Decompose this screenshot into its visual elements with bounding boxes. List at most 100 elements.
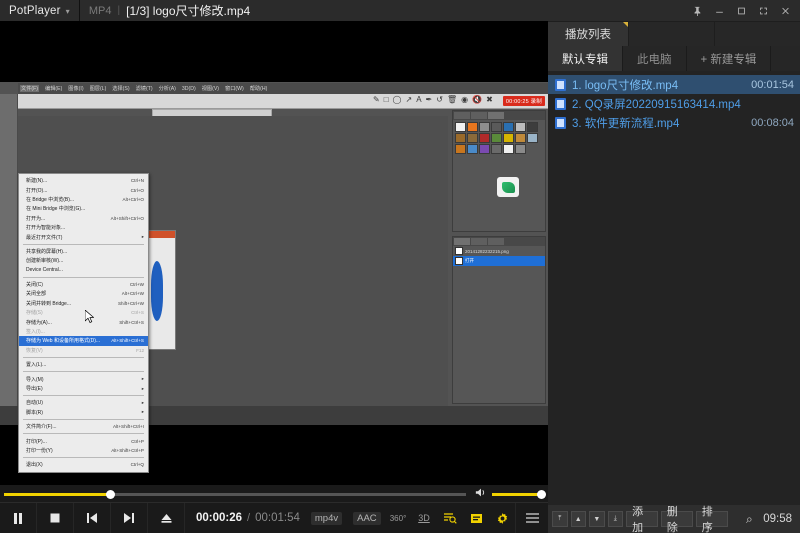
menu-item[interactable]: 创建新审核(W)... bbox=[19, 256, 148, 265]
style-swatch[interactable] bbox=[479, 122, 490, 132]
menu-item[interactable]: 打印(P)...Ctrl+P bbox=[19, 436, 148, 445]
panel-tab-channels[interactable] bbox=[471, 238, 487, 245]
menu-item[interactable]: 存储为(A)...Shift+Ctrl+S bbox=[19, 317, 148, 326]
volume-handle[interactable] bbox=[537, 490, 546, 499]
tab-playlist[interactable]: 播放列表 bbox=[548, 22, 628, 46]
stop-button[interactable] bbox=[37, 503, 74, 533]
menu-item[interactable]: 自动(U)▸ bbox=[19, 398, 148, 407]
panel-tab-styles[interactable] bbox=[488, 112, 504, 119]
menu-item[interactable]: 打印一份(Y)Alt+Shift+Ctrl+P bbox=[19, 446, 148, 455]
minimize-icon[interactable] bbox=[708, 0, 730, 21]
panel-tab-layers[interactable] bbox=[454, 238, 470, 245]
ps-menu-image[interactable]: 图像(I) bbox=[68, 85, 83, 92]
style-swatch[interactable] bbox=[479, 144, 490, 154]
menu-item[interactable]: 打开(O)...Ctrl+O bbox=[19, 185, 148, 194]
volume-slider[interactable] bbox=[492, 493, 545, 496]
3d-button[interactable]: 3D bbox=[411, 503, 437, 533]
subtab-new-album[interactable]: + 新建专辑 bbox=[687, 46, 772, 71]
ps-menu-layer[interactable]: 图层(L) bbox=[90, 85, 107, 92]
list-item[interactable]: 1. logo尺寸修改.mp4 00:01:54 bbox=[548, 75, 800, 94]
undo-icon[interactable]: ↺ bbox=[436, 95, 443, 104]
style-swatch[interactable] bbox=[503, 122, 514, 132]
layer-list[interactable]: 20141282232215.png 打开 bbox=[453, 246, 545, 266]
arrow-icon[interactable]: ↗ bbox=[406, 95, 413, 104]
tab-empty-slot[interactable] bbox=[629, 22, 714, 46]
menu-item[interactable]: 打开为...Alt+Shift+Ctrl+O bbox=[19, 214, 148, 223]
list-item[interactable]: 3. 软件更新流程.mp4 00:08:04 bbox=[548, 113, 800, 132]
style-swatch[interactable] bbox=[515, 144, 526, 154]
mute-icon[interactable]: 🔇 bbox=[472, 95, 482, 104]
playlist-search-button[interactable] bbox=[437, 503, 463, 533]
pin-icon[interactable] bbox=[686, 0, 708, 21]
ps-menu-filter[interactable]: 滤镜(T) bbox=[136, 85, 153, 92]
trash-icon[interactable]: 🗑 bbox=[447, 95, 457, 104]
style-swatch[interactable] bbox=[491, 144, 502, 154]
ellipse-icon[interactable]: ◯ bbox=[393, 95, 402, 104]
close-icon[interactable] bbox=[774, 0, 796, 21]
add-button[interactable]: 添加 bbox=[626, 511, 658, 527]
style-swatch[interactable] bbox=[467, 122, 478, 132]
settings-button[interactable] bbox=[489, 503, 515, 533]
style-swatch[interactable] bbox=[527, 133, 538, 143]
style-swatch[interactable] bbox=[467, 133, 478, 143]
style-swatch[interactable] bbox=[515, 122, 526, 132]
style-swatch[interactable] bbox=[491, 122, 502, 132]
ps-menu-3d[interactable]: 3D(D) bbox=[182, 86, 196, 92]
menu-item[interactable]: 关闭并转到 Bridge...Shift+Ctrl+W bbox=[19, 299, 148, 308]
menu-item[interactable]: 新建(N)...Ctrl+N bbox=[19, 176, 148, 185]
move-bottom-button[interactable]: ⤓ bbox=[608, 511, 624, 527]
previous-button[interactable] bbox=[74, 503, 111, 533]
fullscreen-icon[interactable] bbox=[752, 0, 774, 21]
menu-item[interactable]: 共享我的屏幕(H)... bbox=[19, 247, 148, 256]
ps-menu-window[interactable]: 窗口(W) bbox=[225, 85, 244, 92]
move-up-button[interactable]: ▲ bbox=[571, 511, 587, 527]
maximize-icon[interactable] bbox=[730, 0, 752, 21]
menu-item[interactable]: 文件简介(F)...Alt+Shift+Ctrl+I bbox=[19, 422, 148, 431]
ps-menu-analysis[interactable]: 分析(A) bbox=[159, 85, 176, 92]
move-top-button[interactable]: ⤒ bbox=[552, 511, 568, 527]
subtab-default-album[interactable]: 默认专辑 bbox=[548, 46, 623, 71]
ps-menu-select[interactable]: 选择(S) bbox=[112, 85, 129, 92]
photoshop-tool-palette[interactable] bbox=[0, 94, 18, 406]
vr-360-button[interactable]: 360° bbox=[385, 503, 411, 533]
style-swatch[interactable] bbox=[527, 122, 538, 132]
menu-item[interactable]: 退出(X)Ctrl+Q bbox=[19, 460, 148, 469]
seek-handle[interactable] bbox=[106, 490, 115, 499]
panel-tab-paths[interactable] bbox=[488, 238, 504, 245]
eject-button[interactable] bbox=[148, 503, 185, 533]
menu-item[interactable]: 存储为 Web 和设备所用格式(D)...Alt+Shift+Ctrl+S bbox=[19, 336, 148, 345]
style-swatch[interactable] bbox=[503, 144, 514, 154]
menu-item[interactable]: 脚本(R)▸ bbox=[19, 408, 148, 417]
layers-panel[interactable]: 20141282232215.png 打开 bbox=[452, 236, 546, 404]
search-icon[interactable]: ⌕ bbox=[739, 512, 761, 527]
style-swatch[interactable] bbox=[479, 133, 490, 143]
layer-row[interactable]: 打开 bbox=[453, 256, 545, 266]
menu-item[interactable]: 关闭(C)Ctrl+W bbox=[19, 280, 148, 289]
menu-item[interactable]: 导出(E)▸ bbox=[19, 384, 148, 393]
ps-menu-file[interactable]: 文件(F) bbox=[20, 85, 39, 92]
photoshop-document-window[interactable] bbox=[148, 230, 176, 350]
menu-item[interactable]: 打开为智能对象... bbox=[19, 223, 148, 232]
menu-item[interactable]: 在 Mini Bridge 中浏览(G)... bbox=[19, 204, 148, 213]
menu-item[interactable]: 在 Bridge 中浏览(B)...Alt+Ctrl+O bbox=[19, 195, 148, 204]
playlist-items[interactable]: 1. logo尺寸修改.mp4 00:01:54 2. QQ录屏20220915… bbox=[548, 71, 800, 505]
style-swatch-grid[interactable] bbox=[453, 120, 545, 156]
delete-button[interactable]: 删除 bbox=[661, 511, 693, 527]
menu-item[interactable]: 关闭全部Alt+Ctrl+W bbox=[19, 289, 148, 298]
style-swatch[interactable] bbox=[515, 133, 526, 143]
photoshop-file-menu[interactable]: 新建(N)...Ctrl+N打开(O)...Ctrl+O在 Bridge 中浏览… bbox=[18, 173, 149, 473]
move-down-button[interactable]: ▼ bbox=[589, 511, 605, 527]
text-icon[interactable]: A bbox=[416, 95, 421, 104]
layer-row[interactable]: 20141282232215.png bbox=[453, 246, 545, 256]
subtab-this-pc[interactable]: 此电脑 bbox=[623, 46, 687, 71]
app-brand-button[interactable]: PotPlayer▾ bbox=[0, 5, 70, 17]
tab-empty-slot[interactable] bbox=[715, 22, 800, 46]
stop-record-icon[interactable]: ✖ bbox=[486, 95, 493, 104]
style-swatch[interactable] bbox=[467, 144, 478, 154]
next-button[interactable] bbox=[111, 503, 148, 533]
seek-slider[interactable] bbox=[4, 493, 466, 496]
styles-panel-tabs[interactable] bbox=[453, 111, 545, 120]
style-swatch[interactable] bbox=[491, 133, 502, 143]
pause-button[interactable] bbox=[0, 503, 37, 533]
volume-icon[interactable] bbox=[475, 487, 487, 501]
